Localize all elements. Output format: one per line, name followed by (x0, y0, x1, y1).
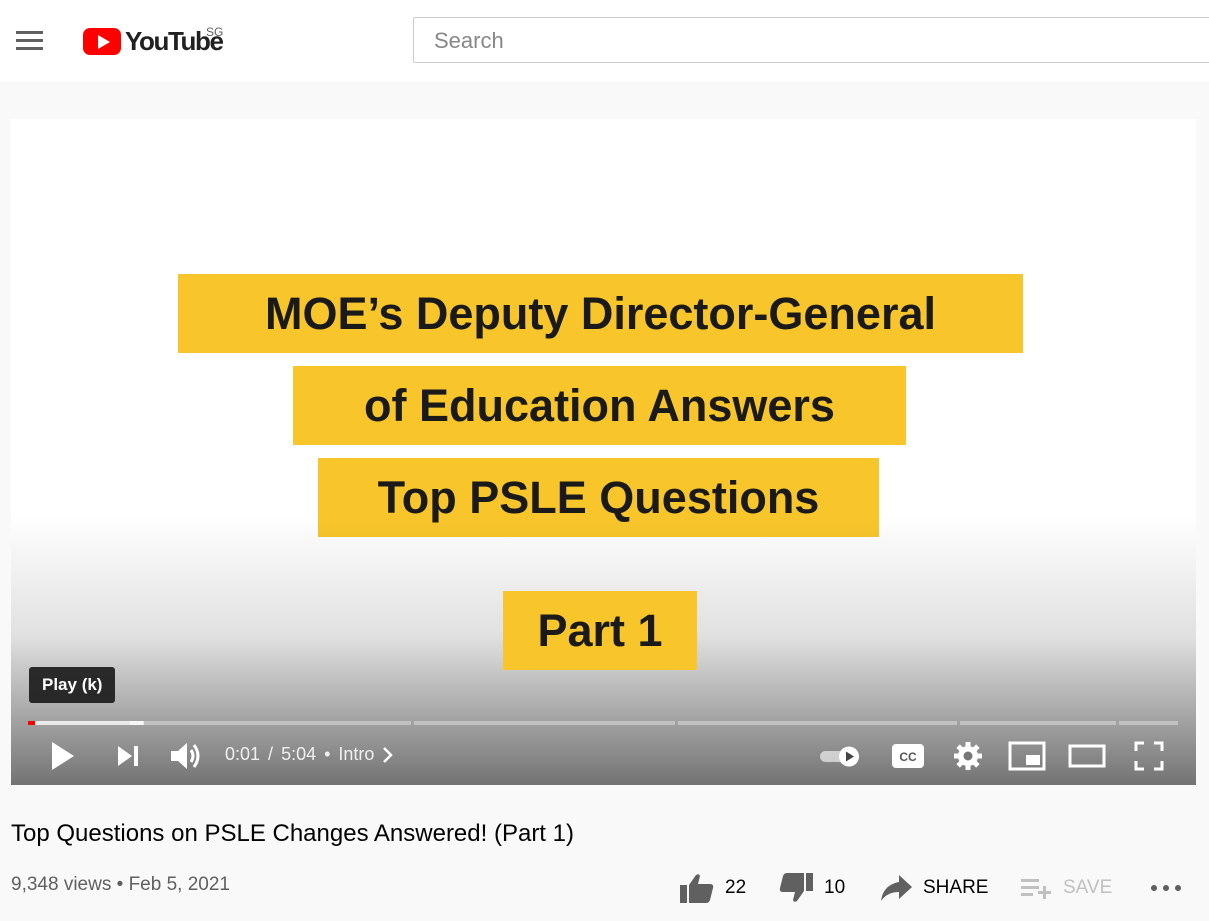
gear-icon (954, 742, 982, 770)
video-meta: 9,348 views • Feb 5, 2021 (11, 874, 230, 896)
miniplayer-icon (1008, 741, 1046, 771)
buffer-bar-hover (130, 721, 144, 725)
current-time: 0:01 (225, 744, 261, 764)
search-box[interactable] (413, 17, 1209, 63)
captions-icon: CC (892, 744, 924, 768)
fullscreen-icon (1134, 741, 1164, 771)
thumbs-down-icon (779, 873, 813, 902)
chapter-segment[interactable] (678, 721, 957, 725)
meta-dot: • (116, 874, 124, 895)
play-tooltip: Play (k) (29, 667, 116, 703)
search-input[interactable] (432, 27, 1196, 55)
playlist-add-icon (1021, 879, 1051, 899)
slide-line-1: MOE’s Deputy Director-General (178, 274, 1023, 353)
autoplay-toggle-icon (820, 746, 859, 767)
chapter-button[interactable]: Intro (338, 744, 396, 765)
like-count: 22 (725, 877, 747, 898)
like-button[interactable]: 22 (679, 868, 746, 908)
skip-next-icon (118, 746, 138, 766)
play-button[interactable] (47, 736, 79, 776)
player-controls: 0:01 / 5:04 • Intro CC (11, 731, 1196, 781)
autoplay-toggle[interactable] (817, 736, 865, 776)
dislike-count: 10 (824, 877, 846, 898)
next-button[interactable] (113, 736, 143, 776)
slide-line-2: of Education Answers (293, 366, 906, 445)
progress-bar[interactable] (28, 721, 1178, 725)
time-display: 0:01 / 5:04 • Intro (225, 744, 396, 765)
theater-mode-button[interactable] (1067, 736, 1107, 776)
fullscreen-button[interactable] (1129, 736, 1169, 776)
time-separator: / (268, 744, 274, 764)
chapter-title: Intro (338, 744, 375, 764)
buffer-bar (28, 721, 143, 725)
save-label: SAVE (1063, 877, 1113, 898)
svg-text:CC: CC (899, 750, 917, 764)
video-title: Top Questions on PSLE Changes Answered! … (11, 820, 574, 847)
more-horizontal-icon (1151, 885, 1181, 891)
video-player[interactable]: MOE’s Deputy Director-General of Educati… (11, 119, 1196, 785)
captions-button[interactable]: CC (889, 736, 927, 776)
slide-line-4: Part 1 (503, 591, 697, 670)
played-bar (28, 721, 35, 725)
view-count: 9,348 views (11, 874, 112, 895)
share-icon (881, 875, 912, 901)
chapter-segment[interactable] (414, 721, 675, 725)
volume-icon (171, 743, 200, 769)
dislike-button[interactable]: 10 (778, 868, 845, 908)
upload-date: Feb 5, 2021 (128, 874, 230, 895)
theater-mode-icon (1068, 744, 1106, 768)
chapter-segment[interactable] (1119, 721, 1178, 725)
save-button[interactable]: SAVE (1021, 868, 1112, 908)
chapter-dot: • (324, 744, 331, 764)
country-code: SG (206, 25, 224, 39)
masthead: YouTube SG (0, 0, 1209, 82)
slide-line-3: Top PSLE Questions (318, 458, 879, 537)
duration: 5:04 (281, 744, 317, 764)
share-button[interactable]: SHARE (879, 868, 988, 908)
thumbs-up-icon (680, 874, 714, 903)
more-actions-button[interactable] (1150, 868, 1182, 908)
chapter-segment[interactable] (960, 721, 1116, 725)
volume-button[interactable] (167, 736, 205, 776)
share-label: SHARE (923, 877, 989, 898)
play-icon (52, 742, 74, 770)
youtube-play-icon (83, 28, 121, 55)
menu-icon[interactable] (16, 31, 43, 51)
chevron-right-icon (383, 746, 394, 763)
miniplayer-button[interactable] (1007, 736, 1047, 776)
settings-button[interactable] (949, 736, 987, 776)
